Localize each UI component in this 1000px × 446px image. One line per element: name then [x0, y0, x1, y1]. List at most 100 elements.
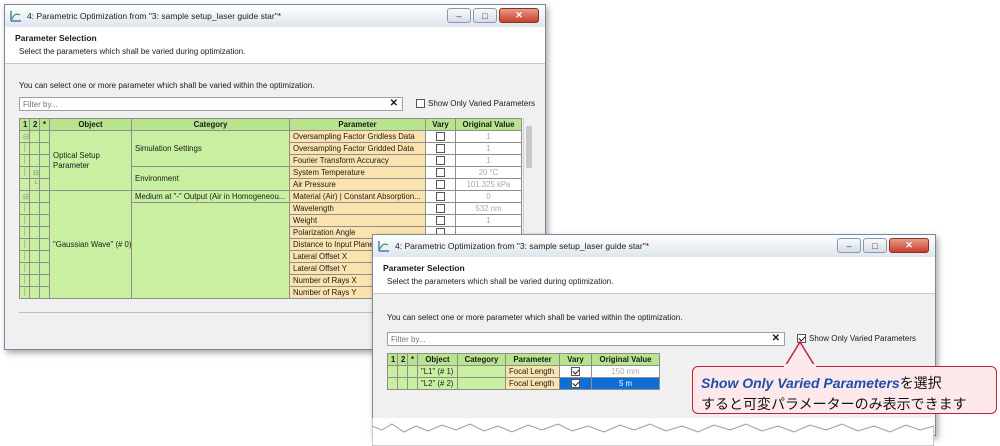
- filter-field[interactable]: ✕: [19, 97, 403, 111]
- col-header-2[interactable]: 2: [29, 118, 40, 131]
- vary-checkbox[interactable]: [436, 168, 445, 178]
- annotation-callout: Show Only Varied Parametersを選択 すると可変パラメー…: [692, 366, 997, 414]
- page-subtitle: Select the parameters which shall be var…: [387, 277, 614, 286]
- page-subtitle: Select the parameters which shall be var…: [19, 47, 246, 56]
- window-title: 4: Parametric Optimization from "3: samp…: [27, 11, 282, 21]
- info-text: You can select one or more parameter whi…: [387, 313, 683, 322]
- callout-line-1: Show Only Varied Parametersを選択: [701, 373, 942, 393]
- scrollbar-thumb[interactable]: [526, 126, 532, 168]
- category-cell: Simulation Settings: [131, 130, 290, 167]
- torn-edge: [372, 418, 934, 446]
- object-cell: Optical Setup Parameter: [49, 130, 132, 191]
- title-bar[interactable]: 4: Parametric Optimization from "3: samp…: [5, 5, 545, 28]
- col-header-parameter[interactable]: Parameter: [289, 118, 426, 131]
- vary-checkbox[interactable]: [571, 379, 580, 389]
- col-header-original-value[interactable]: Original Value: [455, 118, 522, 131]
- col-header-2[interactable]: 2: [397, 353, 408, 366]
- parameter-cell: Focal Length: [505, 377, 560, 390]
- page-title: Parameter Selection: [15, 33, 97, 43]
- close-icon: ✕: [515, 10, 523, 20]
- close-button[interactable]: ✕: [889, 238, 929, 253]
- minimize-button[interactable]: ‒: [837, 238, 861, 253]
- callout-pointer-join: [784, 364, 816, 368]
- col-header-vary[interactable]: Vary: [425, 118, 456, 131]
- col-header-star[interactable]: *: [39, 118, 50, 131]
- original-value-cell: 1: [455, 214, 522, 227]
- original-value-cell: 20 °C: [455, 166, 522, 179]
- app-icon: [378, 241, 389, 252]
- original-value-cell: 150 mm: [591, 365, 660, 378]
- parameter-cell: Wavelength: [289, 202, 426, 215]
- vary-checkbox[interactable]: [436, 180, 445, 190]
- parameter-cell: Oversampling Factor Gridded Data: [289, 142, 426, 155]
- table-row: ⊟ "Gaussian Wave" (# 0) Medium at "-" Ou…: [19, 190, 522, 299]
- minimize-icon: ‒: [456, 10, 462, 21]
- original-value-cell: 1: [455, 154, 522, 167]
- vary-checkbox[interactable]: [436, 204, 445, 214]
- parameter-table: 1 2 * Object Category Parameter Vary Ori…: [387, 353, 660, 390]
- category-cell: [457, 377, 506, 390]
- table-header-row: 1 2 * Object Category Parameter Vary Ori…: [387, 353, 660, 366]
- vary-checkbox[interactable]: [436, 156, 445, 166]
- parameter-cell: System Temperature: [289, 166, 426, 179]
- info-text: You can select one or more parameter whi…: [19, 81, 315, 90]
- tree-expander-icon[interactable]: ⊟: [29, 166, 40, 179]
- tree-expander-icon[interactable]: ⊟: [19, 130, 30, 143]
- parameter-cell: Focal Length: [505, 365, 560, 378]
- object-cell: "L1" (# 1): [417, 365, 458, 378]
- filter-input[interactable]: [391, 334, 728, 344]
- col-header-star[interactable]: *: [407, 353, 418, 366]
- category-cell: Environment: [131, 166, 290, 191]
- minimize-button[interactable]: ‒: [447, 8, 471, 23]
- col-header-category[interactable]: Category: [457, 353, 506, 366]
- parameter-cell: Oversampling Factor Gridless Data: [289, 130, 426, 143]
- original-value-cell[interactable]: 5 m: [591, 377, 660, 390]
- category-cell: [131, 202, 290, 299]
- parameter-cell: Air Pressure: [289, 178, 426, 191]
- maximize-button[interactable]: □: [473, 8, 497, 23]
- clear-filter-icon[interactable]: ✕: [390, 98, 398, 109]
- tree-expander-icon[interactable]: ⊟: [19, 190, 30, 203]
- col-header-category[interactable]: Category: [131, 118, 290, 131]
- window-title: 4: Parametric Optimization from "3: samp…: [395, 241, 650, 251]
- wizard-header: Parameter Selection Select the parameter…: [5, 27, 545, 64]
- show-only-varied-checkbox[interactable]: [416, 99, 425, 108]
- parameter-cell: Fourier Transform Accuracy: [289, 154, 426, 167]
- vary-checkbox[interactable]: [571, 367, 580, 377]
- parameter-cell: Weight: [289, 214, 426, 227]
- minimize-icon: ‒: [846, 240, 852, 251]
- callout-highlight: Show Only Varied Parameters: [701, 375, 900, 391]
- close-icon: ✕: [905, 240, 913, 250]
- col-header-original-value[interactable]: Original Value: [591, 353, 660, 366]
- col-header-1[interactable]: 1: [19, 118, 30, 131]
- wizard-header: Parameter Selection Select the parameter…: [373, 257, 935, 294]
- col-header-1[interactable]: 1: [387, 353, 398, 366]
- table-row: ⊟ Optical Setup Parameter Simulation Set…: [19, 130, 522, 191]
- maximize-icon: □: [872, 240, 878, 251]
- vary-checkbox[interactable]: [436, 216, 445, 226]
- vary-checkbox[interactable]: [436, 192, 445, 202]
- parameter-cell: Material (Air) | Constant Absorption...: [289, 190, 426, 203]
- col-header-object[interactable]: Object: [417, 353, 458, 366]
- vary-checkbox[interactable]: [436, 144, 445, 154]
- callout-line-1-suffix: を選択: [899, 375, 942, 391]
- col-header-object[interactable]: Object: [49, 118, 132, 131]
- maximize-icon: □: [482, 10, 488, 21]
- original-value-cell: 0: [455, 190, 522, 203]
- object-cell: "Gaussian Wave" (# 0): [49, 190, 132, 299]
- close-button[interactable]: ✕: [499, 8, 539, 23]
- page-title: Parameter Selection: [383, 263, 465, 273]
- title-bar[interactable]: 4: Parametric Optimization from "3: samp…: [373, 235, 935, 258]
- show-only-varied-toggle[interactable]: Show Only Varied Parameters: [416, 99, 535, 108]
- filter-input[interactable]: [23, 99, 348, 109]
- filter-field[interactable]: ✕: [387, 332, 785, 346]
- table-row: · "L1" (# 1) Focal Length 150 mm: [387, 365, 660, 378]
- vary-checkbox[interactable]: [436, 132, 445, 142]
- original-value-cell: 1: [455, 142, 522, 155]
- table-row: · "L2" (# 2) Focal Length 5 m: [387, 377, 660, 390]
- maximize-button[interactable]: □: [863, 238, 887, 253]
- col-header-vary[interactable]: Vary: [559, 353, 592, 366]
- original-value-cell: 1: [455, 130, 522, 143]
- col-header-parameter[interactable]: Parameter: [505, 353, 560, 366]
- category-cell: [457, 365, 506, 378]
